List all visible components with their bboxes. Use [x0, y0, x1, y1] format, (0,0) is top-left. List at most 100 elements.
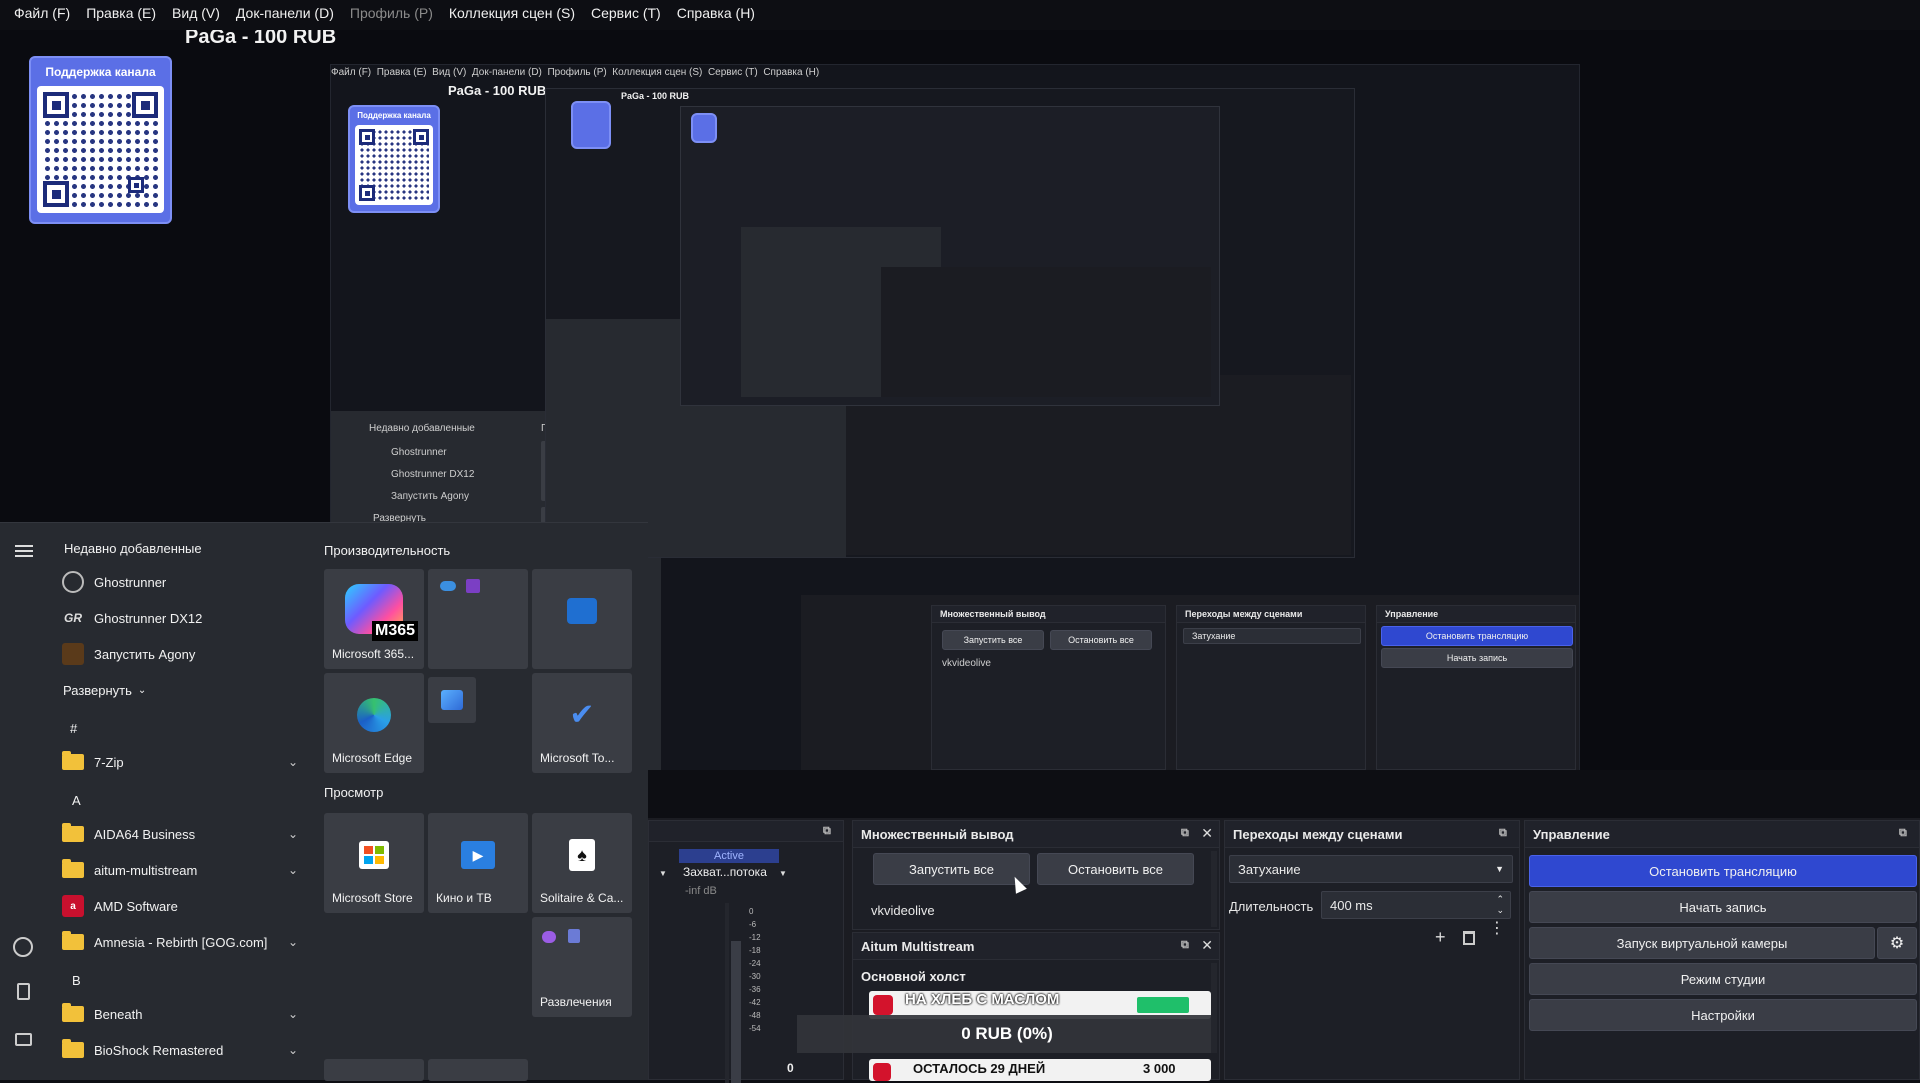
store-icon — [359, 841, 389, 869]
close-icon[interactable]: ✕ — [1201, 826, 1213, 840]
stop-stream-button[interactable]: Остановить трансляцию — [1529, 855, 1917, 887]
tile-entertainment[interactable]: Развлечения — [532, 917, 632, 1017]
close-icon[interactable]: ✕ — [1201, 938, 1213, 952]
expand-button[interactable]: Развернуть ⌄ — [48, 673, 323, 707]
list-item-agony[interactable]: Запустить Agony — [48, 637, 308, 671]
spade-card-icon: ♠ — [569, 839, 595, 871]
undock-icon[interactable]: ⧉ — [1181, 939, 1193, 951]
transition-select[interactable]: Затухание ▼ — [1229, 855, 1513, 883]
nested-capture-3 — [680, 106, 1220, 406]
menu-edit[interactable]: Правка (E) — [78, 1, 164, 25]
onenote-icon — [466, 579, 480, 593]
start-menu-rail — [0, 523, 40, 1081]
menu-tools[interactable]: Сервис (T) — [583, 1, 669, 25]
chevron-down-icon: ⌄ — [287, 827, 298, 841]
transitions-panel: Переходы между сценами ⧉ Затухание ▼ Дли… — [1224, 820, 1520, 1080]
letter-hash[interactable]: # — [70, 721, 77, 736]
mixer-source-label: Захват...потока — [683, 865, 767, 879]
recent-header: Недавно добавленные — [64, 541, 202, 556]
trash-icon[interactable] — [1463, 931, 1475, 945]
list-item-amnesia[interactable]: Amnesia - Rebirth [GOG.com] ⌄ — [48, 925, 308, 959]
menu-scene-collection[interactable]: Коллекция сцен (S) — [441, 1, 583, 25]
gear-icon[interactable]: ⚙ — [1877, 927, 1917, 959]
mixer-arrow-icon[interactable]: ▼ — [659, 869, 667, 878]
menu-view[interactable]: Вид (V) — [164, 1, 228, 25]
transitions-title: Переходы между сценами — [1233, 826, 1403, 842]
virtual-camera-button[interactable]: Запуск виртуальной камеры — [1529, 927, 1875, 959]
chevron-down-icon: ⌄ — [287, 1043, 298, 1057]
list-item-amd[interactable]: a AMD Software — [48, 889, 308, 923]
scrollbar[interactable] — [1211, 963, 1217, 1053]
folder-icon — [62, 859, 84, 878]
scrollbar[interactable] — [1211, 851, 1217, 927]
tile-store[interactable]: Microsoft Store — [324, 813, 424, 913]
documents-icon[interactable] — [17, 983, 30, 1000]
menu-help[interactable]: Справка (H) — [669, 1, 763, 25]
play-icon: ▶ — [461, 841, 495, 869]
list-item-ghostrunner[interactable]: Ghostrunner — [48, 565, 308, 599]
amd-icon: a — [62, 895, 84, 917]
list-item-aida64[interactable]: AIDA64 Business ⌄ — [48, 817, 308, 851]
menu-profile[interactable]: Профиль (P) — [342, 1, 441, 25]
more-icon[interactable]: ⋮ — [1489, 921, 1505, 937]
game-icon — [542, 931, 556, 943]
tile-m365[interactable]: M365 Microsoft 365... — [324, 569, 424, 669]
chevron-down-icon[interactable]: ▼ — [779, 869, 787, 878]
duration-label: Длительность — [1229, 899, 1314, 914]
folder-icon — [62, 931, 84, 950]
folder-icon — [62, 1003, 84, 1022]
agony-icon — [62, 643, 84, 665]
m365-badge: M365 — [372, 621, 419, 641]
goal-icon — [873, 995, 893, 1015]
list-item-aitum[interactable]: aitum-multistream ⌄ — [48, 853, 308, 887]
meter-bar-a — [725, 903, 729, 1083]
menu-file[interactable]: Файл (F) — [6, 1, 78, 25]
add-icon[interactable]: + — [1435, 927, 1446, 948]
folder-icon — [62, 1039, 84, 1058]
chevron-down-icon: ⌄ — [287, 863, 298, 877]
tile-movies[interactable]: ▶ Кино и ТВ — [428, 813, 528, 913]
start-record-button[interactable]: Начать запись — [1529, 891, 1917, 923]
undock-icon[interactable]: ⧉ — [823, 825, 835, 837]
hamburger-icon[interactable] — [15, 545, 33, 557]
stop-all-button[interactable]: Остановить все — [1037, 853, 1194, 885]
controls-panel: Управление ⧉ Остановить трансляцию Начат… — [1524, 820, 1920, 1080]
list-item-7zip[interactable]: 7-Zip ⌄ — [48, 745, 308, 779]
studio-mode-button[interactable]: Режим студии — [1529, 963, 1917, 995]
chevron-down-icon: ⌄ — [287, 935, 298, 949]
menu-docks[interactable]: Док-панели (D) — [228, 1, 342, 25]
folder-icon — [62, 823, 84, 842]
goal-badge — [1137, 997, 1189, 1013]
letter-a[interactable]: A — [72, 793, 81, 808]
list-item-ghostrunner-dx12[interactable]: GR Ghostrunner DX12 — [48, 601, 308, 635]
qr-code-icon — [37, 86, 164, 213]
undock-icon[interactable]: ⧉ — [1499, 827, 1511, 839]
tile-partial-1[interactable] — [324, 1059, 424, 1081]
settings-button[interactable]: Настройки — [1529, 999, 1917, 1031]
letter-b[interactable]: B — [72, 973, 81, 988]
tile-office-apps[interactable] — [428, 569, 528, 669]
start-all-button[interactable]: Запустить все — [873, 853, 1030, 885]
calculator-icon — [568, 929, 580, 943]
list-item-beneath[interactable]: Beneath ⌄ — [48, 997, 308, 1031]
ghostrunner-dx12-icon: GR — [64, 611, 82, 625]
pictures-icon[interactable] — [15, 1033, 32, 1046]
meter-zero: 0 — [787, 1061, 794, 1075]
user-icon[interactable] — [13, 937, 33, 957]
stepper-icon[interactable]: ⌃ ⌄ — [1496, 894, 1504, 916]
undock-icon[interactable]: ⧉ — [1181, 827, 1193, 839]
tile-todo[interactable]: ✔ Microsoft To... — [532, 673, 632, 773]
volume-meter — [731, 941, 741, 1083]
list-item-bioshock[interactable]: BioShock Remastered ⌄ — [48, 1033, 308, 1067]
chevron-down-icon: ▼ — [1495, 864, 1504, 874]
tile-solitaire[interactable]: ♠ Solitaire & Ca... — [532, 813, 632, 913]
undock-icon[interactable]: ⧉ — [1899, 827, 1911, 839]
tile-outlook[interactable] — [532, 569, 632, 669]
tile-partial-2[interactable] — [428, 1059, 528, 1081]
multi-output-title: Множественный вывод — [861, 826, 1014, 842]
tile-photos[interactable] — [428, 677, 476, 723]
mixer-db: -inf dB — [685, 885, 717, 897]
aitum-title: Aitum Multistream — [861, 938, 975, 954]
tile-edge[interactable]: Microsoft Edge — [324, 673, 424, 773]
duration-input[interactable]: 400 ms ⌃ ⌄ — [1321, 891, 1511, 919]
